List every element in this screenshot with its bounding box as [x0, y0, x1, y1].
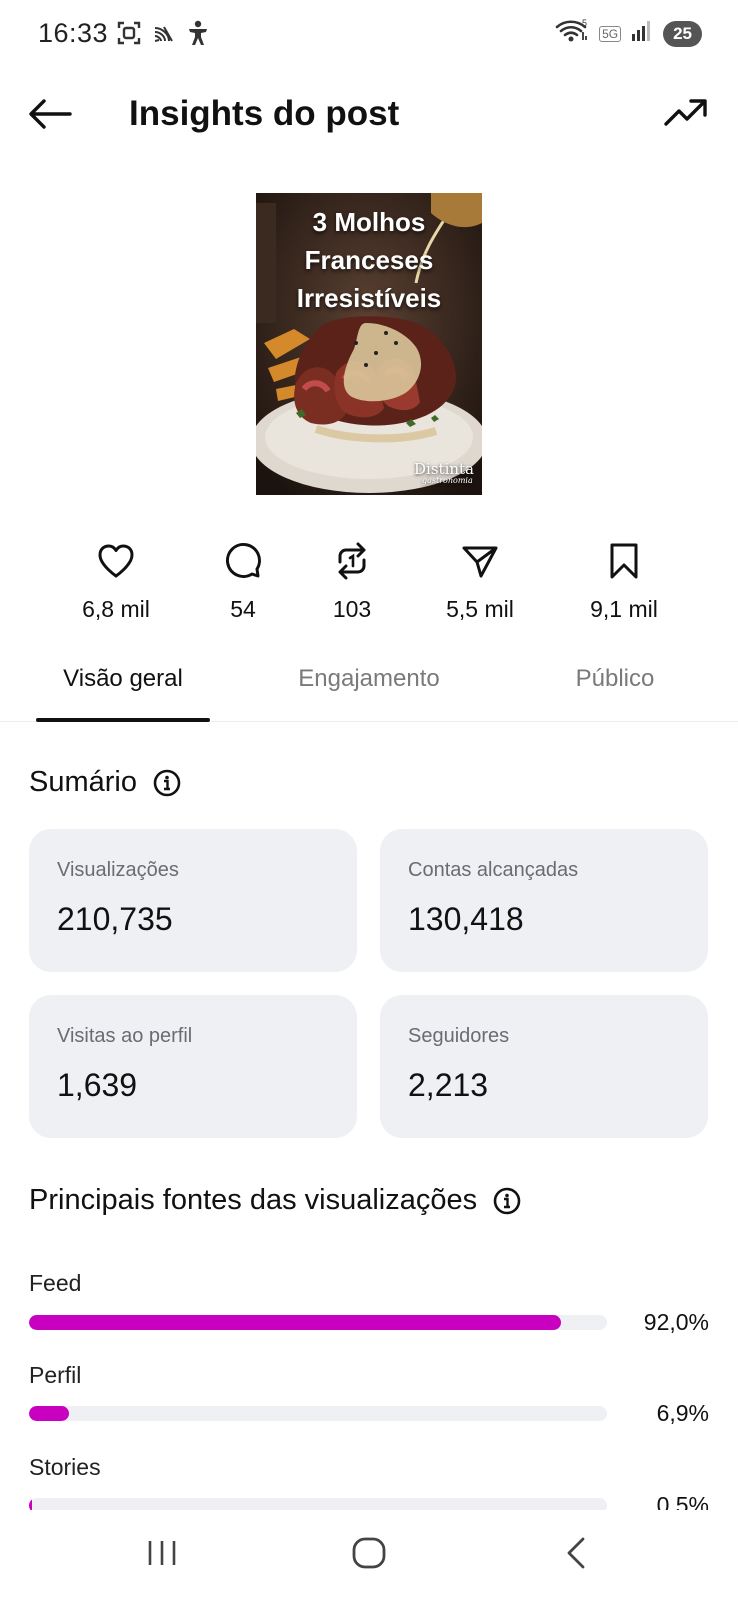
home-icon [351, 1536, 387, 1575]
source-percent: 92,0% [643, 1309, 709, 1335]
post-thumbnail[interactable]: 3 Molhos Franceses Irresistíveis Distint… [256, 193, 482, 495]
wifi-icon: 5 [555, 18, 589, 49]
post-title: 3 Molhos Franceses Irresistíveis [256, 203, 482, 317]
info-icon[interactable] [153, 769, 181, 797]
status-time: 16:33 [38, 18, 109, 48]
status-bar: 16:33 5 5G 25 [0, 0, 738, 70]
back-icon [563, 1536, 589, 1575]
source-bar-track [29, 1315, 607, 1330]
tab-overview[interactable]: Visão geral [36, 650, 210, 722]
source-bar-track [29, 1406, 607, 1421]
stat-likes: 6,8 mil [61, 540, 171, 623]
arrow-left-icon [28, 98, 72, 135]
post-title-line: Franceses [304, 245, 434, 275]
brand-logo: Distinta gastronomia [414, 460, 474, 485]
card-label: Visualizações [57, 859, 179, 881]
summary-card-profile-visits: Visitas ao perfil 1,639 [29, 995, 357, 1138]
trending-up-icon [663, 96, 709, 135]
stat-saves: 9,1 mil [569, 540, 679, 623]
source-bar-fill [29, 1315, 561, 1330]
tab-bar: Visão geral Engajamento Público [0, 650, 738, 722]
summary-title: Sumário [29, 766, 137, 798]
system-nav-bar [0, 1510, 738, 1600]
recent-apps-button[interactable] [132, 1532, 192, 1578]
heart-icon [61, 540, 171, 582]
cast-icon [152, 21, 176, 50]
stat-value: 6,8 mil [82, 596, 150, 622]
stat-comments: 54 [188, 540, 298, 623]
summary-card-views: Visualizações 210,735 [29, 829, 357, 972]
stat-value: 5,5 mil [446, 596, 514, 622]
card-label: Visitas ao perfil [57, 1025, 193, 1047]
svg-text:5: 5 [582, 18, 587, 28]
card-value: 2,213 [408, 1067, 489, 1103]
active-tab-indicator [36, 718, 210, 722]
info-icon[interactable] [493, 1187, 521, 1215]
stat-shares: 5,5 mil [425, 540, 535, 623]
system-back-button[interactable] [546, 1532, 606, 1578]
source-bar-fill [29, 1406, 69, 1421]
signal-icon [631, 20, 653, 47]
battery-icon: 25 [663, 20, 702, 47]
accessibility-icon [186, 20, 210, 51]
recent-apps-icon [145, 1538, 179, 1573]
stat-value: 9,1 mil [590, 596, 658, 622]
card-value: 1,639 [57, 1067, 138, 1103]
post-title-line: Irresistíveis [296, 283, 442, 313]
source-label-feed: Feed [29, 1270, 82, 1296]
tab-audience[interactable]: Público [552, 650, 678, 722]
page-title: Insights do post [129, 94, 400, 133]
card-value: 210,735 [57, 901, 173, 937]
stat-value: 54 [230, 596, 256, 622]
home-button[interactable] [339, 1532, 399, 1578]
summary-heading: Sumário [29, 766, 181, 799]
source-percent: 6,9% [656, 1400, 709, 1426]
share-icon [425, 540, 535, 582]
tab-engagement[interactable]: Engajamento [274, 650, 464, 722]
comment-icon [188, 540, 298, 582]
post-title-line: 3 Molhos [312, 207, 426, 237]
brand-subtitle: gastronomia [422, 476, 473, 485]
summary-card-followers: Seguidores 2,213 [380, 995, 708, 1138]
summary-card-reach: Contas alcançadas 130,418 [380, 829, 708, 972]
sources-title: Principais fontes das visualizações [29, 1184, 478, 1216]
stat-reposts: 103 [297, 540, 407, 623]
sources-heading: Principais fontes das visualizações [29, 1184, 521, 1217]
network-tag: 5G [599, 25, 622, 42]
card-label: Seguidores [408, 1025, 510, 1047]
back-button[interactable] [26, 94, 74, 138]
screenshot-icon [116, 20, 142, 51]
bookmark-icon [569, 540, 679, 582]
source-label-profile: Perfil [29, 1362, 82, 1388]
card-label: Contas alcançadas [408, 859, 579, 881]
card-value: 130,418 [408, 901, 524, 937]
stat-value: 103 [332, 596, 372, 622]
repost-icon [297, 540, 407, 582]
trends-button[interactable] [660, 92, 712, 138]
header: Insights do post [0, 80, 738, 150]
source-label-stories: Stories [29, 1454, 101, 1480]
